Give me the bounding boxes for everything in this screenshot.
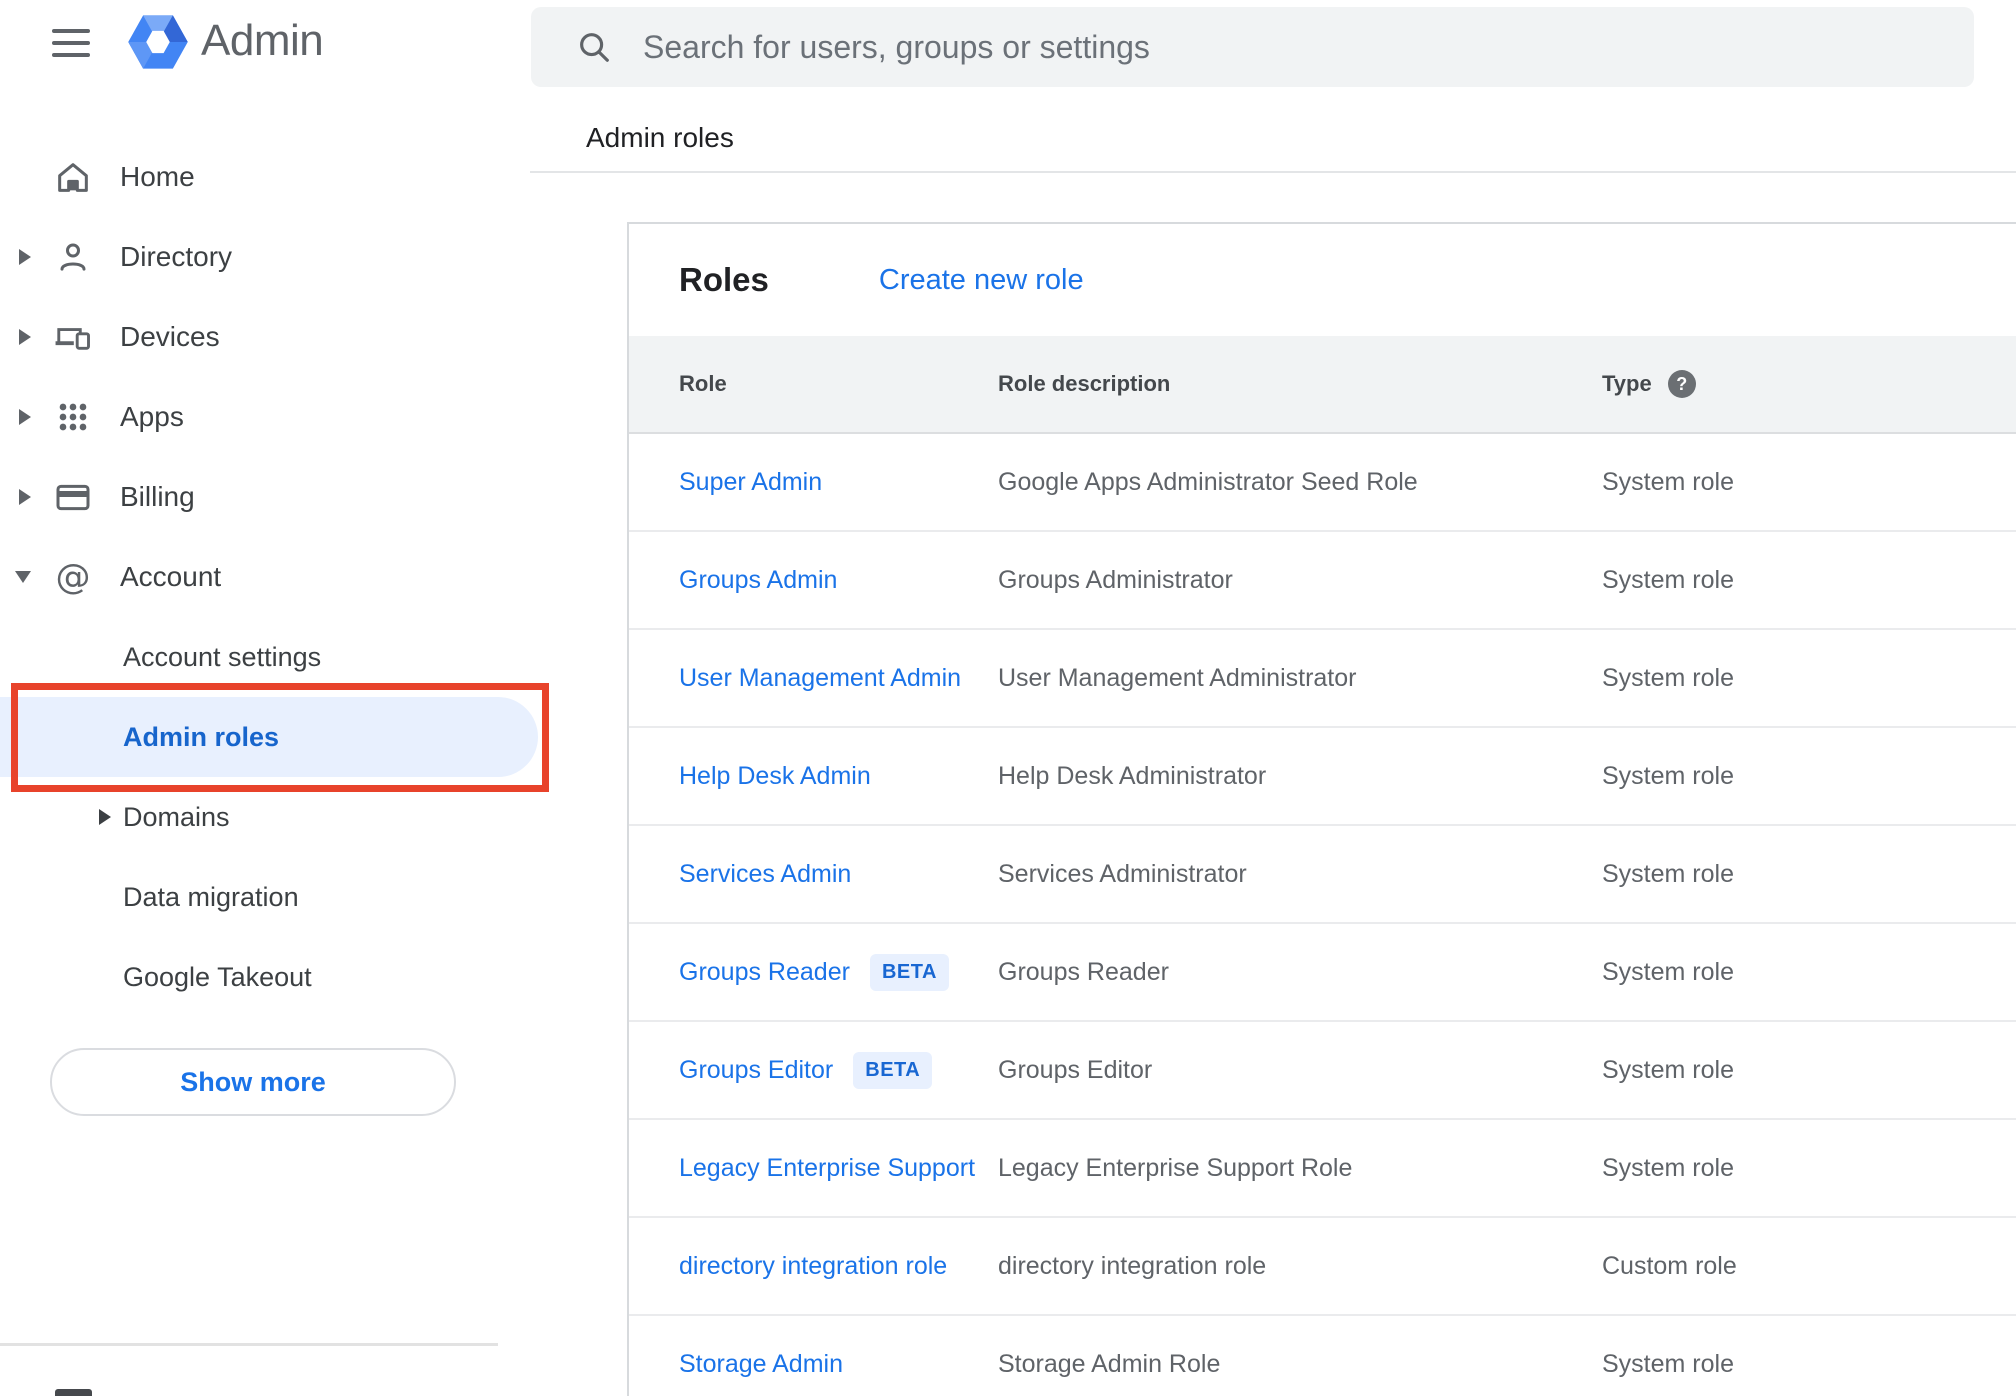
table-row: Storage Admin Storage Admin Role System ro… [629,1316,2016,1396]
role-link[interactable]: User Management Admin [679,664,961,693]
sidebar-item-label: Google Takeout [123,961,312,992]
create-new-role-link[interactable]: Create new role [879,264,1084,297]
role-description: User Management Administrator [998,663,1357,692]
role-type: System role [1602,565,1734,594]
role-description: Groups Reader [998,957,1169,986]
table-row: Groups Editor BETA Groups Editor System rol… [629,1022,2016,1120]
search-icon [575,28,613,66]
sidebar-item-home[interactable]: Home [0,137,195,217]
role-description: Services Administrator [998,859,1247,888]
role-type: System role [1602,761,1734,790]
svg-text:@: @ [56,557,91,597]
app-title: Admin [201,16,324,65]
column-header-role-description: Role description [998,371,1171,396]
sidebar-item-account-settings[interactable]: Account settings [0,617,321,697]
role-type: System role [1602,1055,1734,1084]
role-link[interactable]: Help Desk Admin [679,762,871,791]
table-row: Super Admin Google Apps Administrator See… [629,434,2016,532]
search-placeholder: Search for users, groups or settings [643,28,1150,65]
table-header: Role Role description Type ? [629,336,2016,434]
role-type: System role [1602,467,1734,496]
help-icon[interactable]: ? [1667,370,1696,398]
role-link[interactable]: Groups Admin [679,566,837,595]
table-row: Services Admin Services Administrator Syst… [629,826,2016,924]
chevron-right-icon[interactable] [99,809,111,825]
admin-logo-icon [127,10,189,79]
role-link[interactable]: directory integration role [679,1252,947,1281]
role-type: System role [1602,859,1734,888]
roles-card-header: Roles Create new role [629,224,2016,336]
role-description: Legacy Enterprise Support Role [998,1153,1353,1182]
sidebar-item-label: Directory [120,241,233,272]
google-admin-console: Admin Search for users, groups or settin… [0,0,2016,1396]
role-link[interactable]: Services Admin [679,860,851,889]
sidebar-item-google-takeout[interactable]: Google Takeout [0,937,312,1017]
role-type: System role [1602,957,1734,986]
account-icon: @ [52,556,94,598]
sidebar-item-label: Admin roles [123,721,280,752]
billing-icon [52,476,94,518]
sidebar-item-label: Devices [120,321,220,352]
sidebar-item-label: Data migration [123,881,299,912]
sidebar-item-admin-roles[interactable]: Admin roles [0,697,538,777]
menu-icon[interactable] [52,29,90,57]
sidebar-item-label: Domains [123,801,230,832]
header-divider [530,171,2016,173]
card-title: Roles [679,261,769,298]
sidebar-item-label: Account settings [123,641,322,672]
role-description: directory integration role [998,1251,1267,1280]
breadcrumb: Admin roles [586,122,734,153]
chevron-right-icon[interactable] [19,329,31,345]
sidebar-item-domains[interactable]: Domains [0,777,230,857]
table-row: Groups Admin Groups Administrator System r… [629,532,2016,630]
directory-icon [52,236,94,278]
table-row: directory integration role directory inte… [629,1218,2016,1316]
sidebar-item-billing[interactable]: Billing [0,457,195,537]
table-row: User Management Admin User Management Adm… [629,630,2016,728]
chevron-right-icon[interactable] [19,489,31,505]
sidebar-item-devices[interactable]: Devices [0,297,220,377]
sidebar-item-label: Billing [120,481,195,512]
role-description: Help Desk Administrator [998,761,1267,790]
table-row: Legacy Enterprise Support Legacy Enterpri… [629,1120,2016,1218]
role-description: Groups Administrator [998,565,1233,594]
beta-badge: BETA [869,953,949,991]
table-row: Groups Reader BETA Groups Reader System rol… [629,924,2016,1022]
show-more-button[interactable]: Show more [50,1048,456,1116]
chevron-right-icon[interactable] [19,409,31,425]
sidebar-item-label: Home [120,161,195,192]
role-link[interactable]: Legacy Enterprise Support [679,1154,975,1183]
sidebar-item-label: Account [120,561,222,592]
sidebar-item-directory[interactable]: Directory [0,217,232,297]
role-type: System role [1602,663,1734,692]
roles-table-body: Super Admin Google Apps Administrator See… [629,434,2016,1396]
role-type: System role [1602,1153,1734,1182]
apps-icon [52,396,94,438]
sidebar-bottom-divider [0,1343,498,1346]
search-bar[interactable]: Search for users, groups or settings [531,7,1974,87]
role-description: Google Apps Administrator Seed Role [998,467,1418,496]
role-link[interactable]: Groups Reader [679,958,850,987]
role-description: Groups Editor [998,1055,1153,1084]
role-link[interactable]: Super Admin [679,468,822,497]
sidebar-item-data-migration[interactable]: Data migration [0,857,299,937]
column-header-role: Role [679,371,727,396]
table-row: Help Desk Admin Help Desk Administrator Sy… [629,728,2016,826]
roles-card: Roles Create new role Role Role descript… [627,222,2016,1396]
chevron-right-icon[interactable] [19,249,31,265]
sidebar-item-label: Apps [120,401,184,432]
role-link[interactable]: Storage Admin [679,1350,843,1379]
role-type: Custom role [1602,1251,1737,1280]
sidebar-item-apps[interactable]: Apps [0,377,184,457]
role-description: Storage Admin Role [998,1349,1221,1378]
role-type: System role [1602,1349,1734,1378]
beta-badge: BETA [853,1051,933,1089]
chevron-down-icon[interactable] [15,571,31,583]
home-icon [52,156,94,198]
devices-icon [52,316,94,358]
role-link[interactable]: Groups Editor [679,1056,833,1085]
column-header-type: Type [1602,371,1652,396]
sidebar-item-account[interactable]: @ Account [0,537,221,617]
partial-bottom-icon [55,1389,92,1396]
